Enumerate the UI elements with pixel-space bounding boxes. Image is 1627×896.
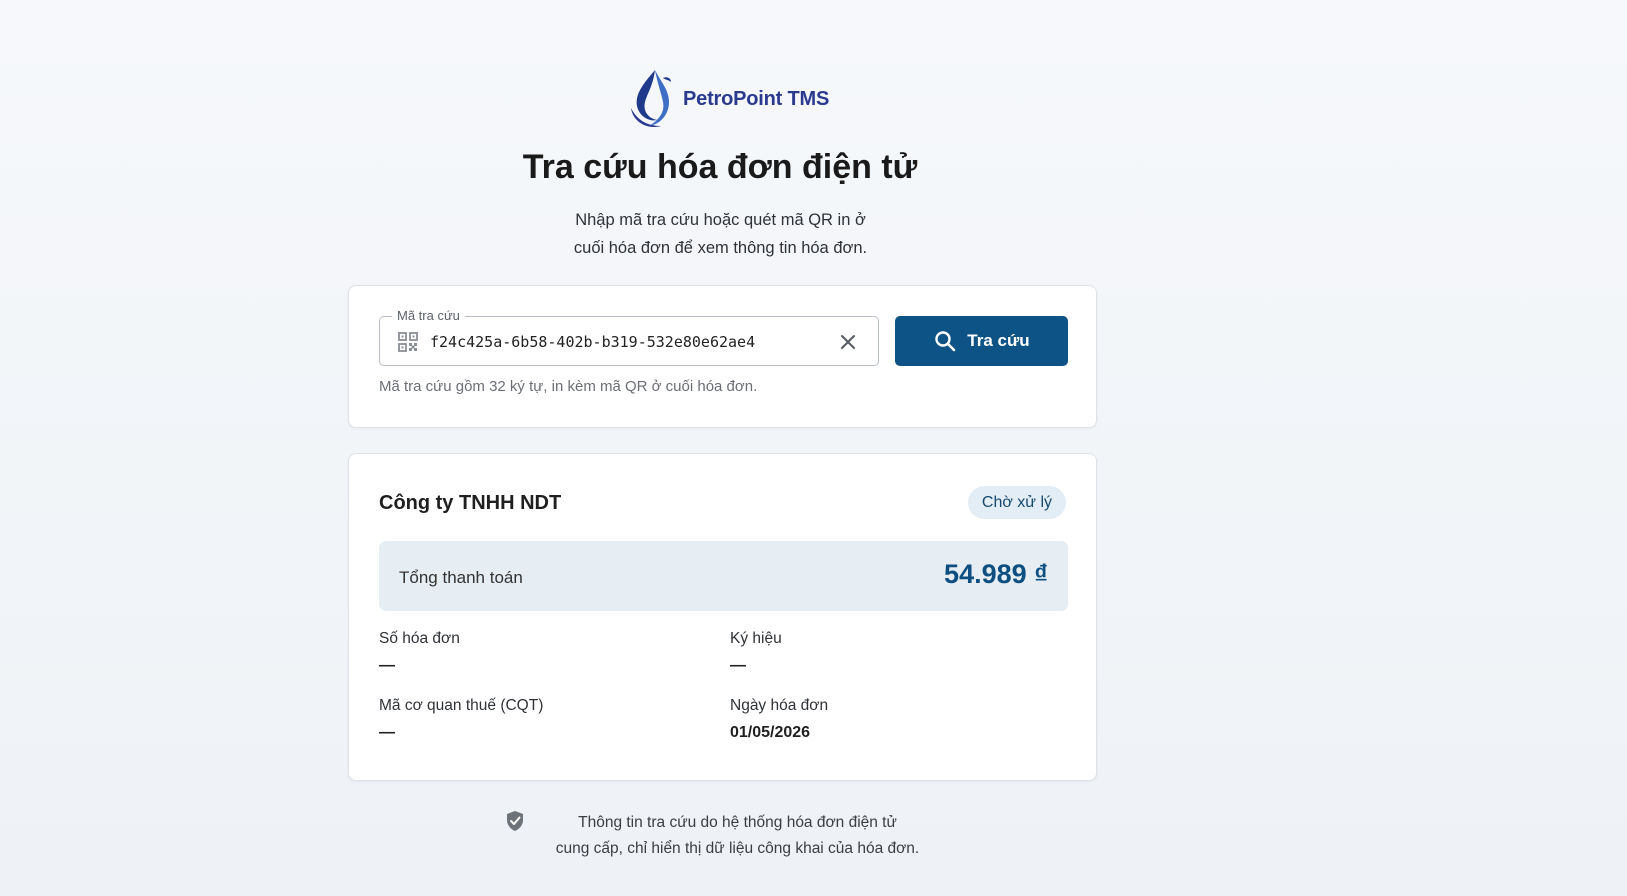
invoice-symbol-label: Ký hiệu: [730, 630, 782, 647]
tax-authority-code-value: —: [379, 724, 395, 741]
invoice-symbol-value: —: [730, 657, 746, 674]
search-icon: [935, 331, 956, 352]
search-button[interactable]: Tra cứu: [895, 316, 1068, 366]
close-icon[interactable]: [838, 332, 858, 352]
shield-check-icon: [507, 811, 523, 831]
invoice-number-label: Số hóa đơn: [379, 630, 460, 647]
invoice-number-value: —: [379, 657, 395, 674]
total-payment-label: Tổng thanh toán: [399, 568, 523, 587]
brand-name: PetroPoint TMS: [683, 87, 830, 110]
lookup-code-field[interactable]: Mã tra cứu: [379, 308, 879, 366]
subtitle-line-2: cuối hóa đơn để xem thông tin hóa đơn.: [573, 239, 868, 257]
footer-note-line-1: Thông tin tra cứu do hệ thống hóa đơn đi…: [578, 814, 897, 831]
search-button-label: Tra cứu: [967, 331, 1030, 350]
total-payment-value: 54.989 ₫: [944, 559, 1048, 589]
total-payment-box: Tổng thanh toán 54.989 ₫: [379, 541, 1068, 611]
invoice-result-card: Công ty TNHH NDT Chờ xử lý Tổng thanh to…: [348, 453, 1097, 781]
page-subtitle: Nhập mã tra cứu hoặc quét mã QR in ở cuố…: [548, 206, 893, 262]
status-badge: Chờ xử lý: [967, 486, 1066, 519]
company-name: Công ty TNHH NDT: [379, 492, 562, 514]
invoice-date-value: 01/05/2026: [730, 724, 811, 741]
subtitle-line-1: Nhập mã tra cứu hoặc quét mã QR in ở: [575, 211, 866, 229]
footer-note: Thông tin tra cứu do hệ thống hóa đơn đi…: [545, 810, 930, 862]
lookup-code-input[interactable]: [430, 329, 810, 355]
lookup-code-hint: Mã tra cứu gồm 32 ký tự, in kèm mã QR ở …: [379, 378, 758, 395]
invoice-lookup-page: PetroPoint TMS Tra cứu hóa đơn điện tử N…: [0, 0, 1627, 896]
tax-authority-code-label: Mã cơ quan thuế (CQT): [379, 697, 544, 714]
page-title: Tra cứu hóa đơn điện tử: [522, 148, 918, 186]
search-card: Mã tra cứu f24c425a-6b58-402b-b319-532e8…: [348, 285, 1097, 428]
qr-code-icon[interactable]: [398, 332, 418, 352]
invoice-date-label: Ngày hóa đơn: [730, 697, 829, 714]
brand-logo: PetroPoint TMS: [625, 68, 829, 130]
drop-swirl-logo-icon: [631, 70, 671, 128]
footer-note-line-2: cung cấp, chỉ hiển thị dữ liệu công khai…: [555, 840, 920, 857]
lookup-code-label: Mã tra cứu: [392, 308, 465, 323]
